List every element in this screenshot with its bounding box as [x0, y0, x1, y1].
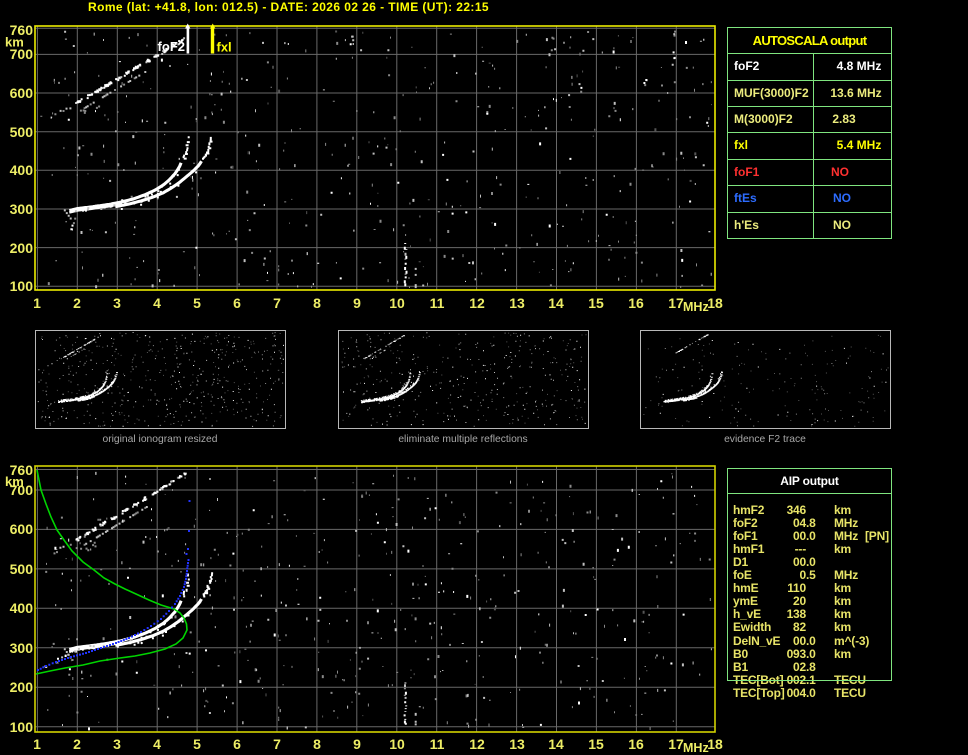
svg-text:12: 12: [469, 736, 485, 752]
svg-text:15: 15: [588, 295, 604, 311]
svg-text:13: 13: [509, 736, 525, 752]
svg-text:MHz: MHz: [683, 741, 709, 755]
svg-text:700: 700: [10, 482, 34, 498]
svg-text:11: 11: [430, 736, 445, 752]
svg-text:300: 300: [10, 640, 34, 656]
svg-text:3: 3: [113, 295, 121, 311]
svg-text:400: 400: [10, 162, 34, 178]
svg-text:300: 300: [10, 201, 34, 217]
svg-text:MHz: MHz: [683, 300, 709, 314]
svg-text:2: 2: [73, 736, 81, 752]
svg-text:13: 13: [509, 295, 525, 311]
svg-text:6: 6: [233, 295, 241, 311]
svg-text:14: 14: [548, 736, 564, 752]
svg-text:700: 700: [10, 46, 34, 62]
svg-text:foF2: foF2: [158, 39, 185, 54]
svg-text:500: 500: [10, 124, 34, 140]
svg-text:9: 9: [353, 295, 361, 311]
svg-text:14: 14: [548, 295, 564, 311]
svg-text:9: 9: [353, 736, 361, 752]
svg-text:6: 6: [233, 736, 241, 752]
svg-text:200: 200: [10, 240, 34, 256]
svg-text:200: 200: [10, 679, 34, 695]
svg-text:17: 17: [668, 295, 684, 311]
svg-text:1: 1: [33, 736, 41, 752]
svg-text:8: 8: [313, 736, 321, 752]
svg-text:500: 500: [10, 561, 34, 577]
svg-text:10: 10: [389, 736, 405, 752]
svg-text:4: 4: [153, 295, 161, 311]
svg-text:400: 400: [10, 600, 34, 616]
svg-text:100: 100: [10, 278, 34, 294]
svg-text:18: 18: [707, 295, 723, 311]
svg-text:600: 600: [10, 85, 34, 101]
svg-text:4: 4: [153, 736, 161, 752]
svg-text:2: 2: [73, 295, 81, 311]
svg-text:1: 1: [33, 295, 41, 311]
svg-text:15: 15: [588, 736, 604, 752]
svg-text:16: 16: [628, 295, 644, 311]
svg-text:16: 16: [628, 736, 644, 752]
svg-text:5: 5: [193, 736, 201, 752]
svg-text:11: 11: [430, 295, 445, 311]
svg-text:7: 7: [273, 736, 281, 752]
svg-text:8: 8: [313, 295, 321, 311]
svg-text:18: 18: [707, 736, 723, 752]
svg-text:100: 100: [10, 719, 34, 735]
svg-text:3: 3: [113, 736, 121, 752]
svg-text:10: 10: [389, 295, 405, 311]
svg-text:7: 7: [273, 295, 281, 311]
svg-text:fxl: fxl: [217, 40, 232, 55]
svg-text:5: 5: [193, 295, 201, 311]
svg-text:17: 17: [668, 736, 684, 752]
svg-text:12: 12: [469, 295, 485, 311]
svg-text:600: 600: [10, 521, 34, 537]
